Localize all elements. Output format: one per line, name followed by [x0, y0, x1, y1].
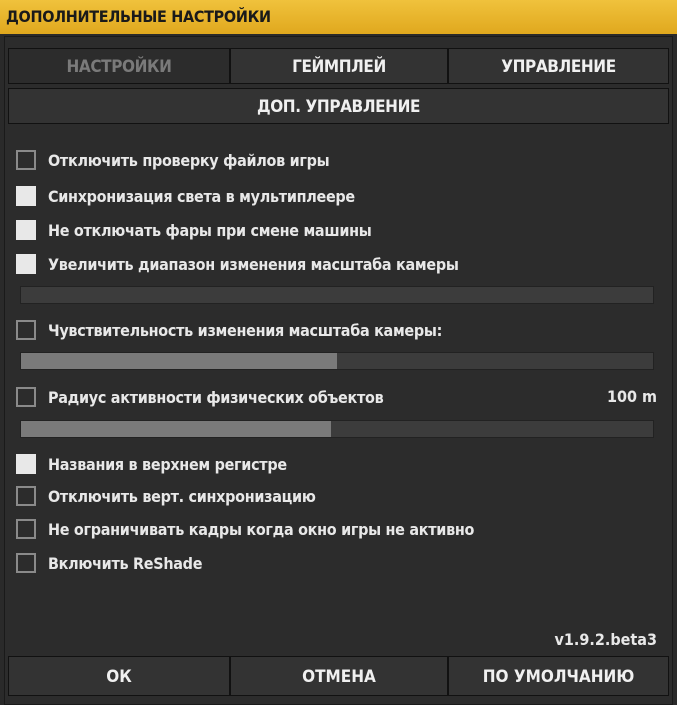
option-uppercase-names[interactable]: Названия в верхнем регистре — [16, 452, 287, 476]
tab-gameplay[interactable]: ГЕЙМПЛЕЙ — [230, 48, 448, 84]
defaults-button[interactable]: ПО УМОЛЧАНИЮ — [448, 656, 669, 696]
zoom-range-slider[interactable] — [20, 286, 654, 304]
option-label: Названия в верхнем регистре — [48, 454, 287, 474]
settings-panel — [4, 36, 673, 705]
option-label: Отключить верт. синхронизацию — [48, 486, 316, 506]
checkbox[interactable] — [16, 150, 36, 170]
option-disable-vsync[interactable]: Отключить верт. синхронизацию — [16, 484, 316, 508]
option-label: Не ограничивать кадры когда окно игры не… — [48, 519, 475, 539]
physics-radius-value: 100 m — [606, 387, 657, 406]
slider-fill — [21, 353, 337, 369]
checkbox[interactable] — [16, 454, 36, 474]
tab-controls[interactable]: УПРАВЛЕНИЕ — [448, 48, 669, 84]
checkbox[interactable] — [16, 553, 36, 573]
option-label: Синхронизация света в мультиплеере — [48, 186, 355, 206]
slider-fill — [21, 421, 331, 437]
tab-settings[interactable]: НАСТРОЙКИ — [8, 48, 230, 84]
physics-radius-slider[interactable] — [20, 420, 654, 438]
version-label: v1.9.2.beta3 — [554, 630, 657, 649]
option-light-sync[interactable]: Синхронизация света в мультиплеере — [16, 184, 355, 208]
option-label: Включить ReShade — [48, 553, 203, 573]
option-zoom-sensitivity[interactable]: Чувствительность изменения масштаба каме… — [16, 318, 442, 342]
option-label: Чувствительность изменения масштаба каме… — [48, 320, 443, 340]
checkbox[interactable] — [16, 220, 36, 240]
checkbox[interactable] — [16, 486, 36, 506]
option-enable-reshade[interactable]: Включить ReShade — [16, 551, 202, 575]
tab-extra-controls[interactable]: ДОП. УПРАВЛЕНИЕ — [8, 88, 669, 124]
option-disable-file-check[interactable]: Отключить проверку файлов игры — [16, 148, 330, 172]
ok-button[interactable]: ОК — [8, 656, 230, 696]
checkbox[interactable] — [16, 186, 36, 206]
checkbox[interactable] — [16, 320, 36, 340]
option-label: Не отключать фары при смене машины — [48, 220, 372, 240]
option-zoom-range[interactable]: Увеличить диапазон изменения масштаба ка… — [16, 252, 459, 276]
zoom-sensitivity-slider[interactable] — [20, 352, 654, 370]
checkbox[interactable] — [16, 254, 36, 274]
option-physics-radius[interactable]: Радиус активности физических объектов — [16, 385, 384, 409]
checkbox[interactable] — [16, 387, 36, 407]
option-label: Увеличить диапазон изменения масштаба ка… — [48, 254, 459, 274]
window-title: ДОПОЛНИТЕЛЬНЫЕ НАСТРОЙКИ — [0, 0, 677, 34]
option-label: Отключить проверку файлов игры — [48, 150, 330, 170]
option-unlimited-fps-inactive[interactable]: Не ограничивать кадры когда окно игры не… — [16, 517, 474, 541]
checkbox[interactable] — [16, 519, 36, 539]
option-keep-headlights[interactable]: Не отключать фары при смене машины — [16, 218, 372, 242]
cancel-button[interactable]: ОТМЕНА — [230, 656, 448, 696]
option-label: Радиус активности физических объектов — [48, 387, 384, 407]
